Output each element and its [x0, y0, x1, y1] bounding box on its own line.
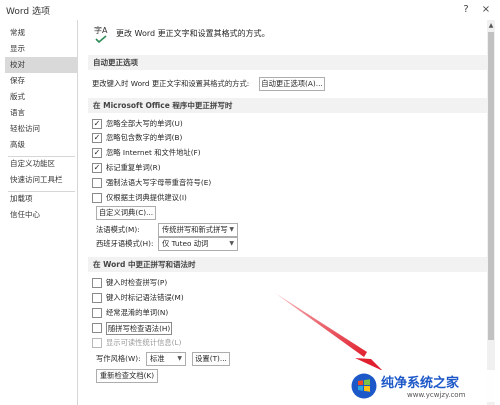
sidebar-item-display[interactable]: 显示	[5, 41, 78, 57]
checkbox-unchecked[interactable]	[92, 293, 102, 303]
writing-style-select[interactable]: 标准 ▼	[146, 352, 186, 366]
sidebar-item-customize-ribbon[interactable]: 自定义功能区	[5, 156, 78, 172]
option-label: 经常混淆的单词(N)	[106, 308, 169, 317]
title-bar: Word 选项 ? ×	[0, 0, 500, 20]
scrollbar-thumb[interactable]	[488, 32, 494, 340]
help-button[interactable]: ?	[458, 2, 474, 18]
proofing-panel: 字A 更改 Word 更正文字和设置其格式的方式。 自动更正选项 更改键入时 W…	[84, 20, 488, 405]
writing-style-value: 标准	[150, 354, 165, 363]
checkbox-unchecked[interactable]	[92, 193, 102, 203]
sidebar-item-addins[interactable]: 加载项	[5, 191, 78, 207]
checkbox-checked[interactable]: ✓	[92, 148, 102, 158]
watermark-name: 纯净系统之家	[381, 376, 460, 391]
sidebar-item-save[interactable]: 保存	[5, 73, 78, 89]
spanish-mode-value: 仅 Tuteo 动词	[162, 239, 209, 248]
section-office-spelling: 在 Microsoft Office 程序中更正拼写时	[88, 98, 488, 113]
options-sidebar: 常规 显示 校对 保存 版式 语言 轻松访问 高级 自定义功能区 快速访问工具栏…	[5, 20, 78, 405]
close-button[interactable]: ×	[478, 2, 494, 18]
sidebar-item-advanced[interactable]: 高级	[5, 137, 78, 153]
sidebar-item-trust-center[interactable]: 信任中心	[5, 207, 78, 223]
section-word-spelling: 在 Word 中更正拼写和语法时	[88, 257, 488, 272]
option-label: 强制法语大写字母带重音符号(E)	[106, 178, 212, 187]
scroll-up-icon[interactable]: ▲	[487, 22, 495, 30]
chevron-down-icon: ▼	[229, 226, 234, 233]
watermark-url: www.ycwjzy.com	[407, 391, 466, 399]
option-label: 键入时标记语法错误(M)	[106, 293, 184, 302]
option-label: 仅根据主词典提供建议(I)	[106, 193, 187, 202]
chevron-down-icon: ▼	[177, 355, 182, 362]
vertical-scrollbar[interactable]: ▲	[487, 20, 495, 405]
sidebar-item-general[interactable]: 常规	[5, 25, 78, 41]
proofing-description: 更改 Word 更正文字和设置其格式的方式。	[116, 29, 270, 38]
checkbox-unchecked[interactable]	[92, 178, 102, 188]
checkbox-checked[interactable]: ✓	[92, 163, 102, 173]
option-label: 随拼写检查语法(H)	[106, 322, 173, 335]
checkbox-unchecked[interactable]	[92, 308, 102, 318]
french-mode-value: 传统拼写和新式拼写	[162, 225, 228, 234]
sidebar-item-layout[interactable]: 版式	[5, 89, 78, 105]
grammar-settings-button[interactable]: 设置(T)...	[192, 352, 230, 366]
french-mode-select[interactable]: 传统拼写和新式拼写 ▼	[158, 223, 238, 237]
option-label: 忽略包含数字的单词(B)	[106, 133, 183, 142]
option-label: 标记重复单词(R)	[106, 163, 161, 172]
french-mode-label: 法语模式(M):	[96, 225, 140, 234]
option-label: 忽略 Internet 和文件地址(F)	[106, 148, 201, 157]
window-title: Word 选项	[6, 7, 50, 17]
sidebar-item-quick-access-toolbar[interactable]: 快速访问工具栏	[5, 172, 78, 188]
option-label: 显示可读性统计信息(L)	[106, 338, 182, 347]
spanish-mode-label: 西班牙语模式(H):	[96, 239, 154, 248]
custom-dictionaries-button[interactable]: 自定义词典(C)...	[96, 206, 156, 220]
autocorrect-description: 更改键入时 Word 更正文字和设置其格式的方式:	[92, 79, 250, 88]
recheck-document-button[interactable]: 重新检查文档(K)	[96, 369, 158, 383]
checkbox-unchecked[interactable]	[92, 278, 102, 288]
spanish-mode-select[interactable]: 仅 Tuteo 动词 ▼	[158, 237, 238, 251]
writing-style-label: 写作风格(W):	[96, 354, 141, 363]
sidebar-item-language[interactable]: 语言	[5, 105, 78, 121]
windows-logo-icon	[351, 373, 377, 399]
checkbox-checked[interactable]: ✓	[92, 133, 102, 143]
autocorrect-options-button[interactable]: 自动更正选项(A)...	[259, 77, 325, 91]
option-label: 忽略全部大写的单词(U)	[106, 119, 183, 128]
section-autocorrect: 自动更正选项	[88, 55, 488, 70]
checkbox-disabled	[92, 338, 102, 348]
checkmark-icon	[95, 35, 107, 43]
option-label: 键入时检查拼写(P)	[106, 278, 168, 287]
checkbox-unchecked[interactable]	[92, 323, 102, 333]
sidebar-item-accessibility[interactable]: 轻松访问	[5, 121, 78, 137]
chevron-down-icon: ▼	[229, 240, 234, 247]
checkbox-checked[interactable]: ✓	[92, 119, 102, 129]
watermark-logo: 纯净系统之家 www.ycwjzy.com	[347, 370, 497, 402]
proofing-header-icon: 字A	[94, 24, 110, 44]
sidebar-item-proofing[interactable]: 校对	[5, 57, 78, 73]
